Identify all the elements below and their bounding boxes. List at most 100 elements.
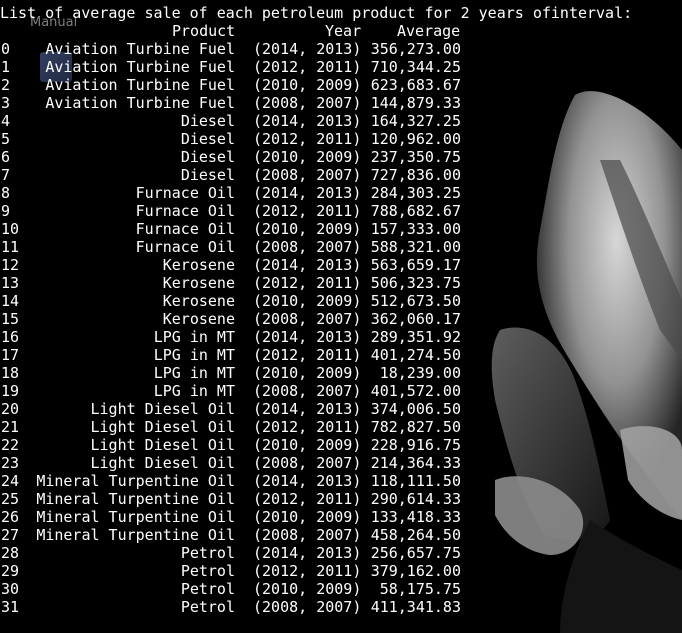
year-cell: (2014, 2013)	[253, 256, 362, 274]
year-cell: (2010, 2009)	[253, 292, 362, 310]
year-cell: (2012, 2011)	[253, 490, 362, 508]
product-cell: Diesel	[180, 130, 235, 148]
average-cell: 157,333.00	[370, 220, 461, 238]
average-cell: 289,351.92	[370, 328, 461, 346]
table-row: 16 LPG in MT (2014, 2013) 289,351.92	[0, 328, 462, 346]
product-cell: Light Diesel Oil	[90, 418, 236, 436]
table-row: 31 Petrol (2008, 2007) 411,341.83	[0, 598, 462, 616]
year-cell: (2012, 2011)	[253, 562, 362, 580]
year-cell: (2014, 2013)	[253, 400, 362, 418]
table-row: 30 Petrol (2010, 2009) 58,175.75	[0, 580, 462, 598]
table-row: 11 Furnace Oil (2008, 2007) 588,321.00	[0, 238, 462, 256]
average-cell: 623,683.67	[370, 76, 461, 94]
product-cell: Petrol	[180, 580, 235, 598]
average-cell: 58,175.75	[379, 580, 461, 598]
year-cell: (2012, 2011)	[253, 202, 362, 220]
average-cell: 788,682.67	[370, 202, 461, 220]
table-row: 17 LPG in MT (2012, 2011) 401,274.50	[0, 346, 462, 364]
table-row: 27 Mineral Turpentine Oil (2008, 2007) 458,…	[0, 526, 462, 544]
average-cell: 164,327.25	[370, 112, 461, 130]
product-cell: Diesel	[180, 112, 235, 130]
average-cell: 379,162.00	[370, 562, 461, 580]
year-cell: (2008, 2007)	[253, 166, 362, 184]
average-cell: 120,962.00	[370, 130, 461, 148]
year-cell: (2008, 2007)	[253, 94, 362, 112]
year-cell: (2008, 2007)	[253, 598, 362, 616]
product-cell: LPG in MT	[153, 328, 235, 346]
year-cell: (2010, 2009)	[253, 580, 362, 598]
table-header: Product Year Average	[0, 22, 462, 40]
year-cell: (2012, 2011)	[253, 274, 362, 292]
year-cell: (2012, 2011)	[253, 418, 362, 436]
table-row: 14 Kerosene (2010, 2009) 512,673.50	[0, 292, 462, 310]
product-cell: Aviation Turbine Fuel	[45, 94, 235, 112]
average-cell: 727,836.00	[370, 166, 461, 184]
product-cell: Petrol	[180, 562, 235, 580]
product-cell: Furnace Oil	[135, 184, 235, 202]
table-row: 10 Furnace Oil (2010, 2009) 157,333.00	[0, 220, 462, 238]
table-row: 23 Light Diesel Oil (2008, 2007) 214,364.33	[0, 454, 462, 472]
product-cell: Mineral Turpentine Oil	[36, 508, 235, 526]
table-row: 5 Diesel (2012, 2011) 120,962.00	[0, 130, 462, 148]
average-cell: 563,659.17	[370, 256, 461, 274]
table-row: 12 Kerosene (2014, 2013) 563,659.17	[0, 256, 462, 274]
table-row: 26 Mineral Turpentine Oil (2010, 2009) 133,…	[0, 508, 462, 526]
product-cell: LPG in MT	[153, 346, 235, 364]
product-cell: Aviation Turbine Fuel	[45, 58, 235, 76]
product-cell: Furnace Oil	[135, 220, 235, 238]
average-cell: 401,572.00	[370, 382, 461, 400]
average-cell: 256,657.75	[370, 544, 461, 562]
average-cell: 782,827.50	[370, 418, 461, 436]
table-row: 9 Furnace Oil (2012, 2011) 788,682.67	[0, 202, 462, 220]
product-cell: Light Diesel Oil	[90, 400, 236, 418]
table-row: 1 Aviation Turbine Fuel (2012, 2011) 710,34…	[0, 58, 462, 76]
average-cell: 290,614.33	[370, 490, 461, 508]
terminal-output[interactable]: List of average sale of each petroleum p…	[0, 0, 682, 633]
table-row: 3 Aviation Turbine Fuel (2008, 2007) 144,87…	[0, 94, 462, 112]
table-row: 0 Aviation Turbine Fuel (2014, 2013) 356,27…	[0, 40, 462, 58]
year-cell: (2008, 2007)	[253, 238, 362, 256]
average-cell: 710,344.25	[370, 58, 461, 76]
product-cell: LPG in MT	[153, 364, 235, 382]
product-cell: Petrol	[180, 544, 235, 562]
year-cell: (2010, 2009)	[253, 76, 362, 94]
table-row: 19 LPG in MT (2008, 2007) 401,572.00	[0, 382, 462, 400]
year-cell: (2014, 2013)	[253, 472, 362, 490]
product-cell: Diesel	[180, 166, 235, 184]
average-cell: 588,321.00	[370, 238, 461, 256]
average-cell: 144,879.33	[370, 94, 461, 112]
average-cell: 362,060.17	[370, 310, 461, 328]
year-cell: (2010, 2009)	[253, 364, 362, 382]
average-cell: 512,673.50	[370, 292, 461, 310]
product-cell: Kerosene	[162, 256, 235, 274]
year-cell: (2008, 2007)	[253, 454, 362, 472]
year-cell: (2014, 2013)	[253, 544, 362, 562]
product-cell: LPG in MT	[153, 382, 235, 400]
product-cell: Mineral Turpentine Oil	[36, 490, 235, 508]
output-heading: List of average sale of each petroleum p…	[0, 4, 633, 22]
year-cell: (2010, 2009)	[253, 148, 362, 166]
table-row: 25 Mineral Turpentine Oil (2012, 2011) 290,…	[0, 490, 462, 508]
column-header-product: Product	[172, 22, 236, 40]
product-cell: Kerosene	[162, 274, 235, 292]
product-cell: Diesel	[180, 148, 235, 166]
product-cell: Kerosene	[162, 292, 235, 310]
table-row: 8 Furnace Oil (2014, 2013) 284,303.25	[0, 184, 462, 202]
average-cell: 118,111.50	[370, 472, 461, 490]
table-row: 20 Light Diesel Oil (2014, 2013) 374,006.50	[0, 400, 462, 418]
table-row: 13 Kerosene (2012, 2011) 506,323.75	[0, 274, 462, 292]
average-cell: 458,264.50	[370, 526, 461, 544]
table-row: 18 LPG in MT (2010, 2009) 18,239.00	[0, 364, 462, 382]
average-cell: 356,273.00	[370, 40, 461, 58]
product-cell: Mineral Turpentine Oil	[36, 472, 235, 490]
year-cell: (2012, 2011)	[253, 346, 362, 364]
product-cell: Aviation Turbine Fuel	[45, 76, 235, 94]
product-cell: Furnace Oil	[135, 238, 235, 256]
year-cell: (2008, 2007)	[253, 526, 362, 544]
average-cell: 374,006.50	[370, 400, 461, 418]
product-cell: Kerosene	[162, 310, 235, 328]
table-row: 7 Diesel (2008, 2007) 727,836.00	[0, 166, 462, 184]
year-cell: (2008, 2007)	[253, 382, 362, 400]
average-cell: 401,274.50	[370, 346, 461, 364]
average-cell: 237,350.75	[370, 148, 461, 166]
